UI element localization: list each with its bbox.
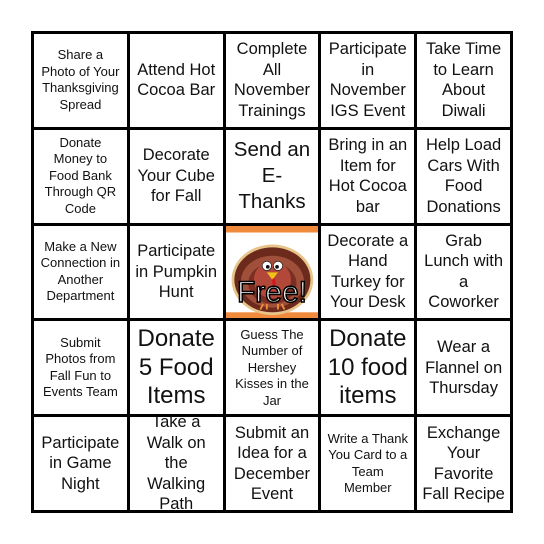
bingo-cell[interactable]: Guess The Number of Hershey Kisses in th… [225, 321, 319, 415]
cell-text: Take a Walk on the Walking Path [146, 417, 206, 510]
bingo-cell[interactable]: Share a Photo of Your Thanksgiving Sprea… [34, 34, 127, 127]
cell-text: Submit Photos from Fall Fun to Events Te… [42, 334, 118, 400]
bingo-cell[interactable]: Grab Lunch with a Coworker [417, 225, 510, 319]
bingo-cell[interactable]: Donate Money to Food Bank Through QR Cod… [34, 129, 127, 223]
bingo-card: Share a Photo of Your Thanksgiving Sprea… [31, 31, 513, 513]
bingo-cell[interactable]: Decorate Your Cube for Fall [129, 129, 223, 223]
cell-text: Decorate Your Cube for Fall [137, 146, 215, 206]
bingo-cell[interactable]: Write a Thank You Card to a Team Member [321, 417, 415, 510]
cell-text: Take Time to Learn About Diwali [425, 40, 502, 120]
bingo-cell[interactable]: Participate in Game Night [34, 417, 127, 510]
cell-text: Wear a Flannel on Thursday [425, 338, 503, 398]
cell-text: Donate 5 Food Items [137, 325, 215, 410]
cell-text: Donate Money to Food Bank Through QR Cod… [44, 134, 117, 216]
bingo-cell[interactable]: Attend Hot Cocoa Bar [129, 34, 223, 127]
bingo-cell[interactable]: Exchange Your Favorite Fall Recipe [417, 417, 510, 510]
cell-text: Bring in an Item for Hot Cocoa bar [328, 136, 408, 216]
cell-text: Guess The Number of Hershey Kisses in th… [235, 326, 309, 408]
bingo-cell[interactable]: Submit Photos from Fall Fun to Events Te… [34, 321, 127, 415]
bingo-cell[interactable]: Decorate a Hand Turkey for Your Desk [321, 225, 415, 319]
cell-text: Share a Photo of Your Thanksgiving Sprea… [41, 47, 120, 112]
cell-text: Make a New Connection in Another Departm… [40, 238, 121, 304]
bingo-cell[interactable]: Participate in Pumpkin Hunt [129, 225, 223, 319]
bingo-cell[interactable]: Make a New Connection in Another Departm… [34, 225, 127, 319]
bingo-cell[interactable]: Bring in an Item for Hot Cocoa bar [321, 129, 415, 223]
free-label: Free! [236, 276, 308, 311]
bingo-cell[interactable]: Submit an Idea for a December Event [225, 417, 319, 510]
free-space[interactable]: Free! [225, 225, 319, 319]
bingo-cell[interactable]: Donate 5 Food Items [129, 321, 223, 415]
bingo-cell[interactable]: Wear a Flannel on Thursday [417, 321, 510, 415]
cell-text: Participate in Game Night [41, 433, 120, 493]
cell-text: Attend Hot Cocoa Bar [137, 60, 216, 100]
cell-text: Decorate a Hand Turkey for Your Desk [327, 231, 409, 312]
cell-text: Submit an Idea for a December Event [233, 423, 311, 504]
bingo-cell[interactable]: Help Load Cars With Food Donations [417, 129, 510, 223]
cell-text: Participate in November IGS Event [328, 40, 407, 120]
bingo-cell[interactable]: Participate in November IGS Event [321, 34, 415, 127]
cell-text: Participate in Pumpkin Hunt [135, 242, 217, 302]
cell-text: Grab Lunch with a Coworker [424, 231, 504, 312]
bingo-cell[interactable]: Complete All November Trainings [225, 34, 319, 127]
cell-text: Send an E-Thanks [233, 138, 311, 214]
cell-text: Exchange Your Favorite Fall Recipe [422, 423, 505, 504]
bingo-cell[interactable]: Take Time to Learn About Diwali [417, 34, 510, 127]
cell-text: Donate 10 food items [327, 325, 408, 410]
cell-text: Complete All November Trainings [233, 40, 311, 120]
bingo-cell[interactable]: Take a Walk on the Walking Path [129, 417, 223, 510]
cell-text: Write a Thank You Card to a Team Member [327, 430, 409, 496]
bingo-cell[interactable]: Donate 10 food items [321, 321, 415, 415]
cell-text: Help Load Cars With Food Donations [425, 136, 502, 216]
bingo-cell[interactable]: Send an E-Thanks [225, 129, 319, 223]
